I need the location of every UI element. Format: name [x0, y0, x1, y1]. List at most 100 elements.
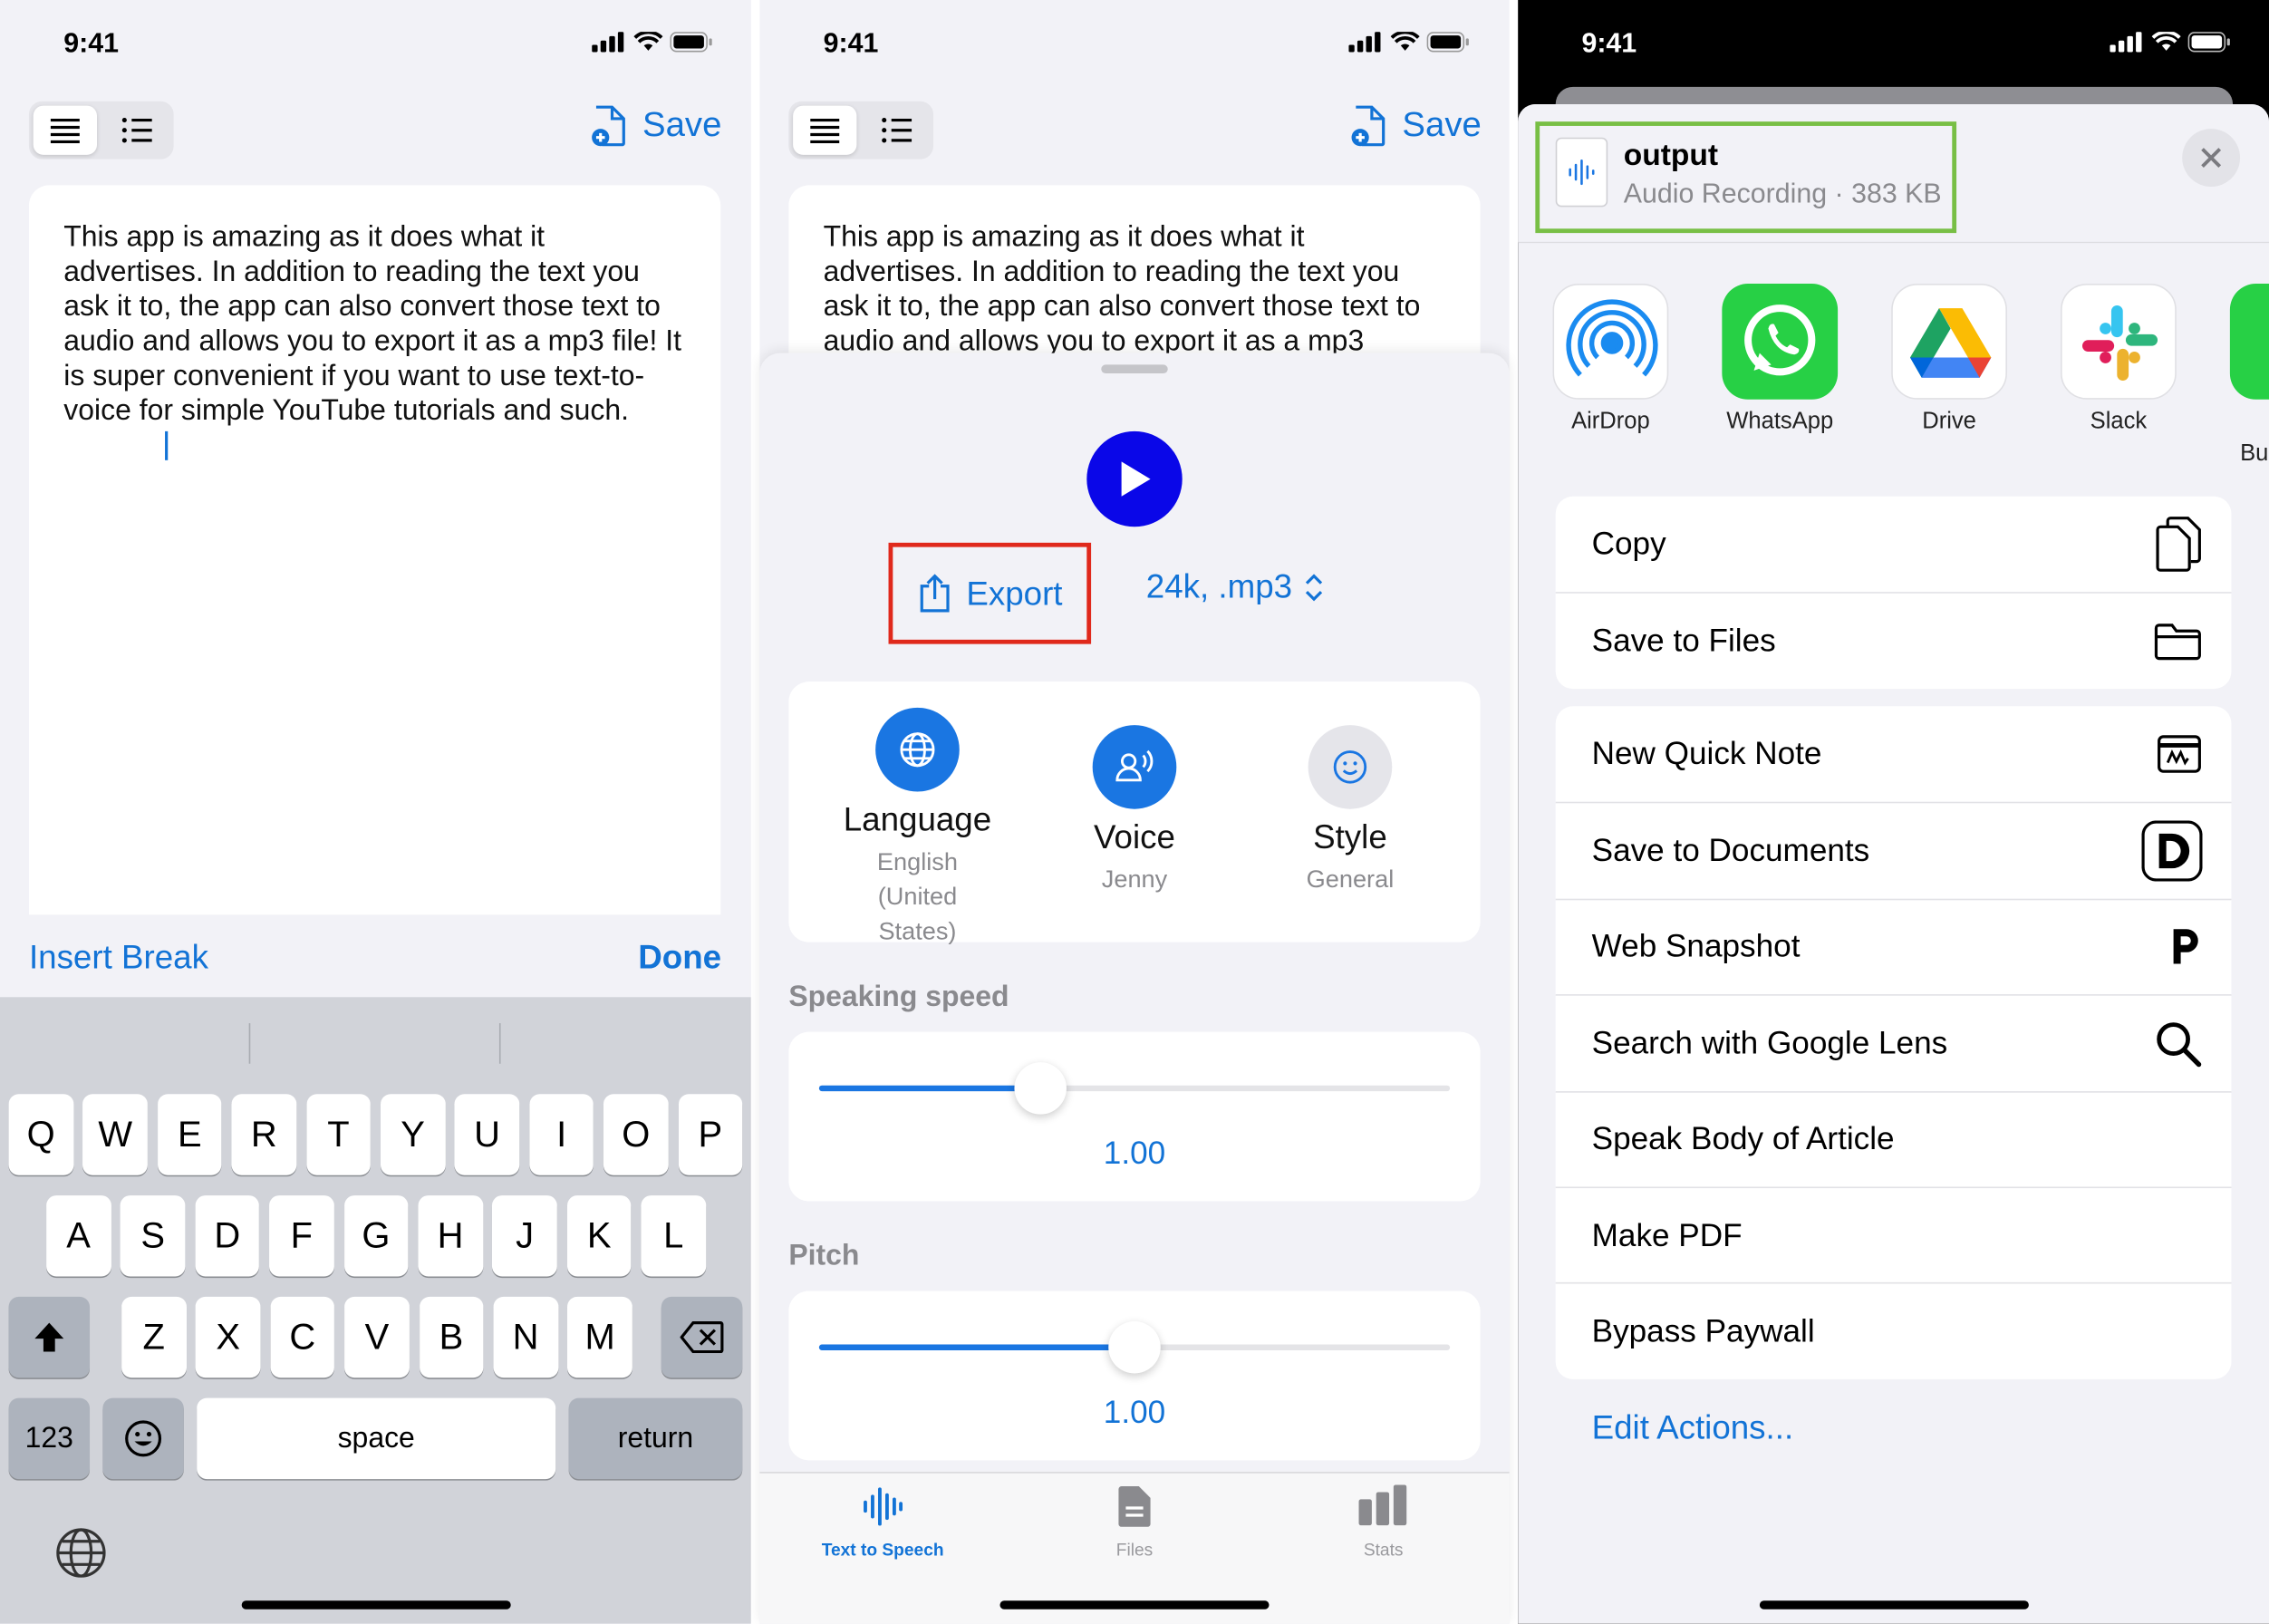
action-bypass-paywall[interactable]: Bypass Paywall — [1555, 1282, 2232, 1378]
save-document-icon — [592, 105, 625, 147]
share-icon — [920, 574, 950, 613]
pitch-label: Pitch — [788, 1240, 860, 1272]
text-editor[interactable]: This app is amazing as it does what it a… — [788, 185, 1481, 374]
style-title: Style — [1313, 817, 1387, 856]
export-button[interactable]: Export — [888, 542, 1092, 644]
key-r[interactable]: R — [231, 1094, 296, 1175]
key-s[interactable]: S — [121, 1195, 186, 1277]
search-icon — [2157, 1021, 2202, 1067]
text-editor-screen: 9:41 Save This app is amazing as it does… — [0, 0, 751, 1624]
language-option[interactable]: Language English (United States) — [809, 707, 1027, 950]
app-label-airdrop: AirDrop — [1571, 409, 1650, 435]
tab-text-to-speech[interactable]: Text to Speech — [796, 1484, 970, 1561]
speed-slider[interactable] — [818, 1062, 1451, 1115]
key-l[interactable]: L — [641, 1195, 706, 1277]
airdrop-icon[interactable] — [1552, 284, 1669, 400]
slack-icon[interactable] — [2061, 284, 2177, 400]
key-x[interactable]: X — [196, 1296, 261, 1378]
action-save-to-documents[interactable]: Save to Documents — [1555, 802, 2232, 897]
folder-icon — [2154, 623, 2201, 660]
key-j[interactable]: J — [492, 1195, 557, 1277]
key-q[interactable]: Q — [8, 1094, 73, 1175]
key-k[interactable]: K — [566, 1195, 632, 1277]
whatsapp-business-icon[interactable] — [2229, 284, 2269, 400]
key-z[interactable]: Z — [121, 1296, 187, 1378]
status-time: 9:41 — [823, 28, 879, 60]
voice-value: Jenny — [1101, 865, 1168, 894]
key-e[interactable]: E — [157, 1094, 222, 1175]
key-i[interactable]: I — [529, 1094, 594, 1175]
file-meta: Audio Recording · 383 KB — [1623, 179, 1942, 210]
action-save-to-files[interactable]: Save to Files — [1555, 592, 2232, 687]
view-mode-segmented-control[interactable] — [788, 101, 934, 160]
action-search-with-google-lens[interactable]: Search with Google Lens — [1555, 994, 2232, 1089]
insert-break-button[interactable]: Insert Break — [29, 938, 208, 977]
speed-card — [788, 1031, 1481, 1202]
save-button[interactable]: Save — [591, 104, 722, 148]
key-y[interactable]: Y — [380, 1094, 446, 1175]
numbers-key[interactable]: 123 — [8, 1397, 91, 1480]
key-p[interactable]: P — [678, 1094, 743, 1175]
done-button[interactable]: Done — [638, 938, 721, 977]
google-drive-icon[interactable] — [1891, 284, 2007, 400]
action-new-quick-note[interactable]: New Quick Note — [1556, 706, 2232, 801]
status-time: 9:41 — [1581, 28, 1637, 60]
key-v[interactable]: V — [344, 1296, 410, 1378]
editor-text[interactable]: This app is amazing as it does what it a… — [788, 185, 1480, 373]
space-key[interactable]: space — [197, 1397, 556, 1480]
key-w[interactable]: W — [82, 1094, 148, 1175]
tab-stats[interactable]: Stats — [1297, 1484, 1471, 1561]
action-label: Copy — [1591, 525, 1666, 562]
save-button[interactable]: Save — [1350, 104, 1482, 148]
key-g[interactable]: G — [343, 1195, 409, 1277]
editor-text[interactable]: This app is amazing as it does what it a… — [29, 185, 720, 463]
key-c[interactable]: C — [270, 1296, 335, 1378]
pitch-value: 1.00 — [1103, 1393, 1166, 1430]
action-speak-body-of-article[interactable]: Speak Body of Article — [1555, 1090, 2232, 1185]
key-u[interactable]: U — [455, 1094, 520, 1175]
format-picker[interactable]: 24k, .mp3 — [1146, 567, 1324, 606]
key-b[interactable]: B — [419, 1296, 484, 1378]
text-editor[interactable]: This app is amazing as it does what it a… — [28, 185, 721, 938]
play-button[interactable] — [1086, 430, 1183, 527]
key-h[interactable]: H — [418, 1195, 483, 1277]
key-a[interactable]: A — [46, 1195, 111, 1277]
key-d[interactable]: D — [195, 1195, 260, 1277]
tab-files[interactable]: Files — [1048, 1484, 1221, 1561]
action-label: Save to Files — [1591, 621, 1776, 658]
close-button[interactable] — [2182, 129, 2241, 188]
globe-icon[interactable] — [55, 1527, 107, 1579]
delete-key[interactable] — [661, 1296, 743, 1378]
action-label: Bypass Paywall — [1591, 1312, 1815, 1349]
action-make-pdf[interactable]: Make PDF — [1555, 1186, 2232, 1281]
sheet-grabber[interactable] — [1101, 364, 1168, 374]
return-key[interactable]: return — [568, 1397, 743, 1480]
voice-option[interactable]: Voice Jenny — [1026, 725, 1243, 894]
key-f[interactable]: F — [269, 1195, 334, 1277]
signal-icon — [592, 32, 624, 53]
home-indicator — [1759, 1600, 2029, 1610]
key-t[interactable]: T — [305, 1094, 371, 1175]
style-option[interactable]: Style General — [1241, 725, 1459, 894]
whatsapp-icon[interactable] — [1722, 284, 1839, 400]
shift-key[interactable] — [8, 1296, 91, 1378]
action-web-snapshot[interactable]: Web Snapshot — [1555, 898, 2232, 993]
list-icon[interactable] — [882, 117, 913, 143]
edit-actions-link[interactable]: Edit Actions... — [1592, 1408, 1794, 1447]
key-o[interactable]: O — [603, 1094, 669, 1175]
pitch-slider-knob[interactable] — [1108, 1321, 1161, 1374]
emoji-key[interactable] — [102, 1397, 184, 1480]
view-mode-segmented-control[interactable] — [28, 101, 174, 160]
speed-slider-knob[interactable] — [1013, 1062, 1067, 1115]
key-n[interactable]: N — [493, 1296, 558, 1378]
list-icon[interactable] — [121, 117, 153, 143]
action-copy[interactable]: Copy — [1556, 497, 2232, 592]
signal-icon — [2110, 32, 2142, 53]
tab-label: Files — [1115, 1540, 1154, 1561]
status-icons — [2110, 32, 2231, 53]
key-m[interactable]: M — [567, 1296, 632, 1378]
pitch-slider[interactable] — [818, 1321, 1451, 1374]
action-label: Web Snapshot — [1591, 928, 1801, 965]
p-letter-icon — [2173, 929, 2198, 965]
save-label: Save — [642, 105, 722, 145]
